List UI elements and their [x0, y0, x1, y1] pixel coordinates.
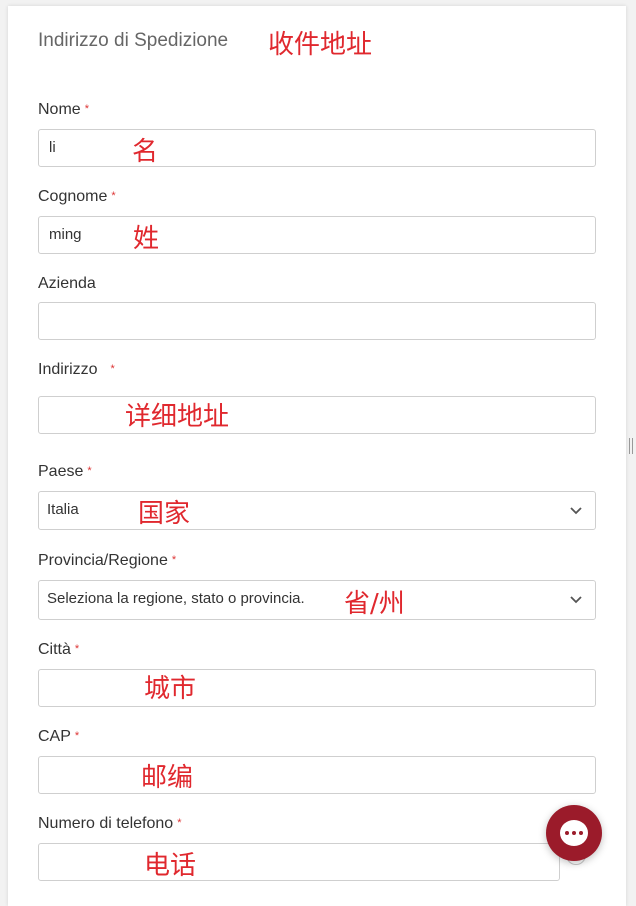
required-marker: *: [110, 363, 115, 375]
resize-handle[interactable]: [629, 438, 633, 454]
last-name-input[interactable]: ming: [38, 216, 596, 254]
required-marker: *: [171, 554, 177, 566]
province-label: Provincia/Regione *: [38, 552, 177, 569]
zip-input[interactable]: [38, 756, 596, 794]
required-marker: *: [84, 103, 89, 115]
chevron-down-icon: [570, 596, 582, 604]
company-input[interactable]: [38, 302, 596, 340]
country-label: Paese *: [38, 463, 92, 480]
province-select[interactable]: Seleziona la regione, stato o provincia.: [38, 580, 596, 620]
chevron-down-icon: [570, 507, 582, 515]
title-annotation: 收件地址: [268, 30, 373, 60]
chat-button[interactable]: [546, 805, 602, 861]
city-label: Città *: [38, 641, 80, 658]
city-input[interactable]: [38, 669, 596, 707]
required-marker: *: [177, 817, 182, 829]
last-name-label: Cognome *: [38, 188, 116, 205]
required-marker: *: [87, 465, 92, 477]
required-marker: *: [74, 730, 80, 742]
section-title: Indirizzo di Spedizione: [38, 30, 229, 51]
required-marker: *: [74, 643, 80, 655]
address-input[interactable]: [38, 396, 596, 434]
phone-label: Numero di telefono *: [38, 815, 182, 832]
required-marker: *: [111, 190, 116, 202]
phone-input[interactable]: [38, 843, 560, 881]
shipping-address-form: Indirizzo di Spedizione 收件地址 Nome * li 名 …: [8, 6, 626, 906]
chat-bubble-icon: [560, 820, 588, 846]
country-select[interactable]: Italia: [38, 491, 596, 530]
zip-label: CAP *: [38, 728, 80, 745]
company-label: Azienda: [38, 275, 96, 292]
first-name-input[interactable]: li: [38, 129, 596, 167]
address-label: Indirizzo *: [38, 361, 115, 378]
first-name-label: Nome *: [38, 101, 89, 118]
